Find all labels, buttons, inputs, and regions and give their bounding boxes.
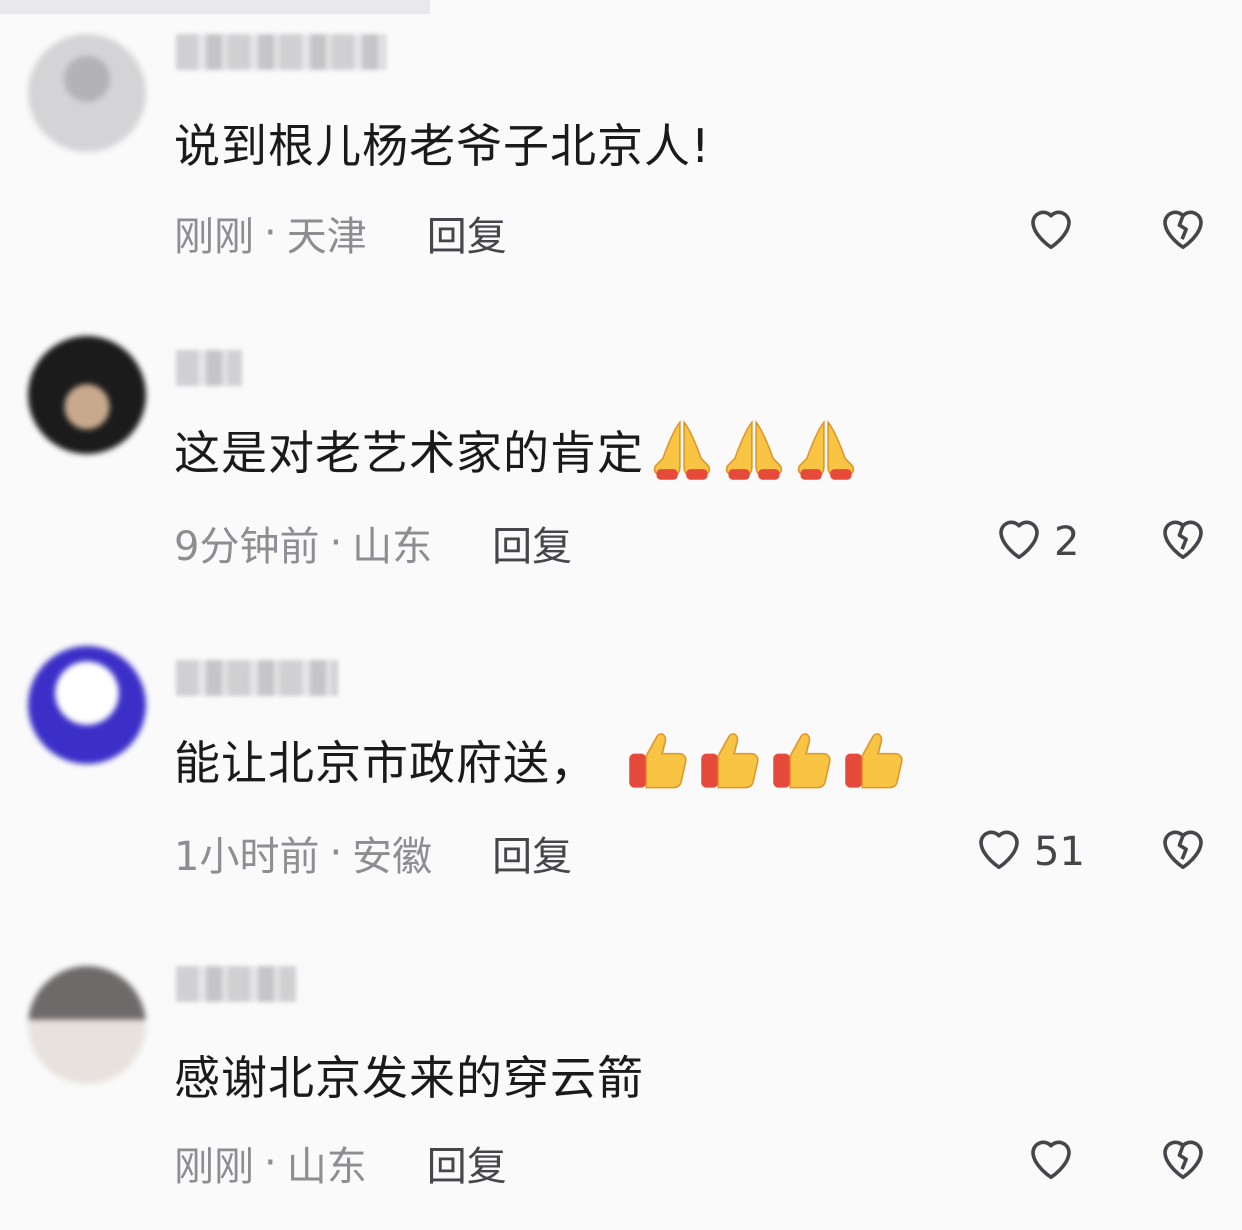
comment-item: 感谢北京发来的穿云箭 刚刚 · 山东 回复 (0, 930, 1242, 1230)
username-blurred[interactable] (176, 966, 296, 1002)
reply-button[interactable]: 回复 (427, 204, 507, 262)
comment-time: 刚刚 (174, 1144, 254, 1190)
comment-meta: 刚刚 · 山东 回复 (174, 1134, 507, 1192)
comment-location: 安徽 (352, 834, 433, 880)
like-button[interactable] (1024, 1130, 1078, 1194)
heart-outline-icon (1024, 200, 1078, 264)
comment-meta: 9分钟前 · 山东 回复 (174, 514, 572, 572)
comment-location: 山东 (352, 524, 433, 570)
comment-time: 1小时前 (174, 834, 320, 880)
thumbs-up-icon (697, 726, 765, 794)
dislike-button[interactable] (1156, 510, 1210, 568)
reply-button[interactable]: 回复 (492, 824, 572, 882)
comment-location: 天津 (286, 214, 367, 260)
heart-outline-icon (992, 510, 1046, 574)
username-blurred[interactable] (176, 34, 386, 70)
meta-separator: · (329, 520, 343, 566)
comment-text: 感谢北京发来的穿云箭 (174, 1051, 644, 1105)
heart-outline-icon (1024, 1130, 1078, 1194)
comment-item: 这是对老艺术家的肯定 9分钟前 · 山东 回复 2 (0, 310, 1242, 610)
comment-item: 说到根儿杨老爷子北京人! 刚刚 · 天津 回复 (0, 0, 1242, 300)
avatar[interactable] (28, 646, 146, 764)
comment-text: 能让北京市政府送， (174, 736, 597, 790)
avatar[interactable] (28, 34, 146, 152)
comment-text-row: 感谢北京发来的穿云箭 (174, 1042, 644, 1108)
avatar[interactable] (28, 336, 146, 454)
like-button[interactable]: 51 (972, 820, 1085, 884)
like-button[interactable]: 2 (992, 510, 1079, 574)
like-count: 51 (1034, 829, 1085, 875)
broken-heart-icon (1156, 210, 1210, 258)
like-button[interactable] (1024, 200, 1078, 264)
folded-hands-icon (648, 416, 716, 484)
comment-text-row: 能让北京市政府送， (174, 726, 909, 794)
broken-heart-icon (1156, 520, 1210, 568)
folded-hands-icon (720, 416, 788, 484)
folded-hands-icon (792, 416, 860, 484)
comment-time: 9分钟前 (174, 524, 320, 570)
username-blurred[interactable] (176, 350, 242, 386)
comment-text: 说到根儿杨老爷子北京人! (174, 119, 711, 173)
meta-separator: · (329, 830, 343, 876)
dislike-button[interactable] (1156, 820, 1210, 878)
like-count: 2 (1054, 519, 1080, 565)
meta-separator: · (264, 210, 277, 256)
dislike-button[interactable] (1156, 1130, 1210, 1188)
avatar[interactable] (28, 966, 146, 1084)
reply-button[interactable]: 回复 (492, 514, 572, 572)
comment-meta: 刚刚 · 天津 回复 (174, 204, 507, 262)
username-blurred[interactable] (176, 660, 338, 696)
comment-text-row: 这是对老艺术家的肯定 (174, 416, 860, 484)
broken-heart-icon (1156, 1140, 1210, 1188)
thumbs-up-icon (841, 726, 909, 794)
meta-separator: · (264, 1140, 277, 1186)
comment-item: 能让北京市政府送， 1小时前 · 安徽 回复 51 (0, 620, 1242, 920)
comment-meta: 1小时前 · 安徽 回复 (174, 824, 572, 882)
reply-button[interactable]: 回复 (427, 1134, 507, 1192)
thumbs-up-icon (625, 726, 693, 794)
dislike-button[interactable] (1156, 200, 1210, 258)
broken-heart-icon (1156, 830, 1210, 878)
thumbs-up-icon (769, 726, 837, 794)
comment-text-row: 说到根儿杨老爷子北京人! (174, 110, 710, 176)
heart-outline-icon (972, 820, 1026, 884)
comment-location: 山东 (286, 1144, 367, 1190)
comment-time: 刚刚 (174, 214, 254, 260)
comment-text: 这是对老艺术家的肯定 (174, 426, 644, 480)
